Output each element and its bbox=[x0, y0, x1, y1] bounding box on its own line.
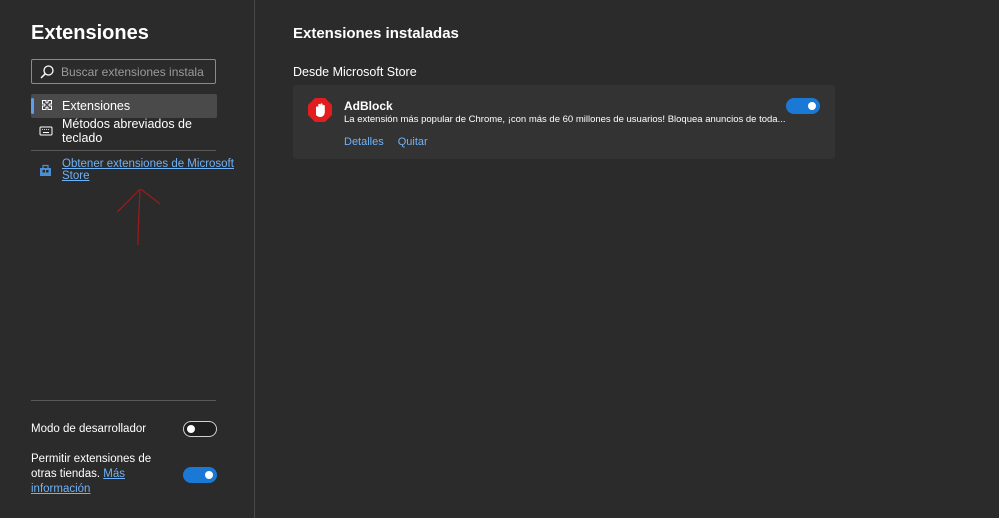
sidebar-divider bbox=[31, 150, 216, 151]
developer-mode-row: Modo de desarrollador bbox=[31, 421, 217, 437]
keyboard-icon bbox=[39, 124, 53, 138]
sidebar-item-extensiones[interactable]: Extensiones bbox=[31, 94, 217, 118]
search-input[interactable] bbox=[61, 64, 211, 79]
search-box[interactable] bbox=[31, 59, 216, 84]
page-title: Extensiones instaladas bbox=[293, 25, 459, 42]
extension-actions: Detalles Quitar bbox=[344, 136, 428, 148]
annotation-arrow bbox=[116, 188, 161, 246]
store-bag-icon bbox=[39, 164, 52, 177]
other-stores-row: Permitir extensiones de otras tiendas. M… bbox=[31, 452, 217, 497]
extension-name: AdBlock bbox=[344, 99, 393, 113]
other-stores-label: Permitir extensiones de otras tiendas. bbox=[31, 453, 152, 480]
extension-description: La extensión más popular de Chrome, ¡con… bbox=[344, 114, 786, 125]
sidebar-title: Extensiones bbox=[31, 22, 149, 44]
toggle-knob bbox=[205, 470, 213, 479]
developer-mode-label: Modo de desarrollador bbox=[31, 423, 147, 435]
toggle-knob bbox=[187, 425, 195, 433]
extension-card: AdBlock La extensión más popular de Chro… bbox=[293, 85, 835, 159]
sidebar: Extensiones Extensiones Métodos abreviad… bbox=[0, 0, 255, 518]
sidebar-divider-bottom bbox=[31, 400, 216, 401]
other-stores-text: Permitir extensiones de otras tiendas. M… bbox=[31, 452, 161, 497]
adblock-hand-icon bbox=[307, 97, 333, 123]
store-link[interactable]: Obtener extensiones de Microsoft Store bbox=[39, 158, 254, 182]
main-content: Extensiones instaladas Desde Microsoft S… bbox=[256, 0, 999, 518]
details-link[interactable]: Detalles bbox=[344, 136, 384, 148]
remove-link[interactable]: Quitar bbox=[398, 136, 428, 148]
puzzle-icon bbox=[39, 99, 53, 113]
search-icon bbox=[39, 64, 55, 80]
store-link-label[interactable]: Obtener extensiones de Microsoft Store bbox=[62, 158, 254, 182]
extension-enable-toggle[interactable] bbox=[786, 98, 820, 114]
sidebar-item-label: Métodos abreviados de teclado bbox=[62, 117, 192, 145]
sidebar-item-atajos[interactable]: Métodos abreviados de teclado bbox=[31, 117, 217, 145]
toggle-knob bbox=[808, 102, 816, 110]
section-label: Desde Microsoft Store bbox=[293, 65, 417, 79]
developer-mode-toggle[interactable] bbox=[183, 421, 217, 437]
other-stores-toggle[interactable] bbox=[183, 466, 217, 483]
sidebar-item-label: Extensiones bbox=[62, 99, 131, 113]
